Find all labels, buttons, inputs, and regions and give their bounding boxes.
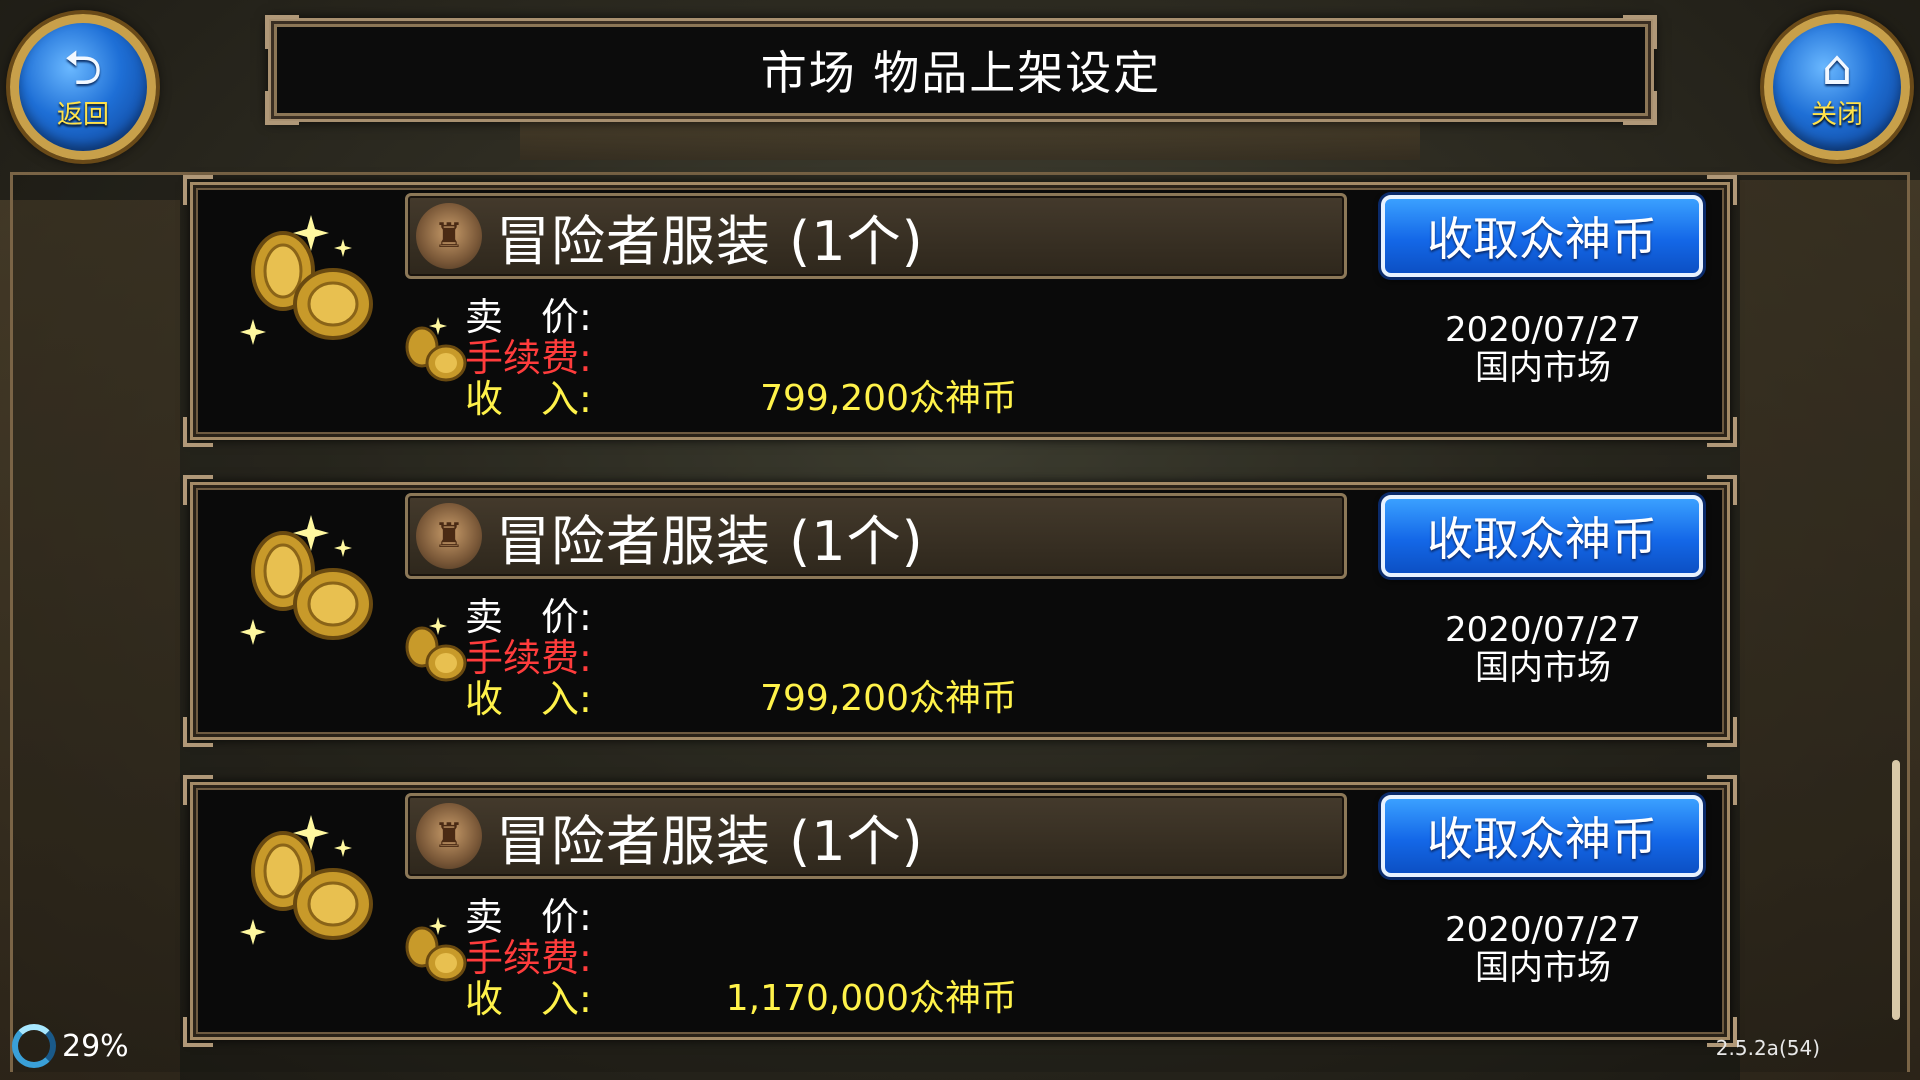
coin-stack-icon [240, 815, 373, 945]
back-arrow-icon: ⮌ [63, 39, 103, 96]
frame-corner [1623, 15, 1657, 49]
frame-corner [1707, 417, 1737, 447]
page-title: 市场 物品上架设定 [760, 46, 1162, 100]
armor-icon: ♜ [416, 203, 482, 269]
income-label: 收 入: [465, 377, 592, 421]
loading-percent: 29% [62, 1028, 129, 1064]
frame-corner [1707, 175, 1737, 205]
home-icon: ⌂ [1821, 39, 1853, 96]
title-bar: 市场 物品上架设定 [265, 15, 1657, 125]
frame-corner [183, 775, 213, 805]
frame-corner [1707, 775, 1737, 805]
listing-meta: 2020/07/27 国内市场 [1423, 311, 1663, 387]
coin-stack-icon [405, 317, 467, 382]
item-name: 冒险者服装 (1个) [496, 509, 924, 573]
coin-stack-icon [240, 515, 373, 645]
fee-label: 手续费: [465, 936, 592, 980]
listing-card: ♜ 冒险者服装 (1个) 收取众神币 卖 价: 手续费: 收 入: 1,170,… [183, 775, 1737, 1047]
armor-icon: ♜ [416, 503, 482, 569]
close-button[interactable]: ⌂ 关闭 [1764, 14, 1910, 160]
listing-date: 2020/07/27 [1445, 910, 1641, 950]
frame-corner [183, 417, 213, 447]
loading-indicator: 29% [12, 1024, 129, 1068]
close-button-label: 关闭 [1810, 99, 1863, 130]
item-name-box: ♜ 冒险者服装 (1个) [405, 793, 1347, 879]
frame-corner [265, 91, 299, 125]
claim-coins-button[interactable]: 收取众神币 [1381, 195, 1703, 277]
frame-corner [183, 717, 213, 747]
frame-corner [183, 475, 213, 505]
listing-meta: 2020/07/27 国内市场 [1423, 911, 1663, 987]
claim-coins-button[interactable]: 收取众神币 [1381, 795, 1703, 877]
income-value: 1,170,000众神币 [725, 978, 1017, 1019]
price-label: 卖 价: [465, 595, 592, 639]
spinner-icon [12, 1024, 56, 1068]
coin-stack-icon [405, 917, 467, 982]
fee-label: 手续费: [465, 636, 592, 680]
back-button-label: 返回 [56, 99, 109, 130]
listing-date: 2020/07/27 [1445, 610, 1641, 650]
item-name-box: ♜ 冒险者服装 (1个) [405, 193, 1347, 279]
price-label: 卖 价: [465, 295, 592, 339]
armor-icon: ♜ [416, 803, 482, 869]
income-value: 799,200众神币 [760, 378, 1017, 419]
listing-meta: 2020/07/27 国内市场 [1423, 611, 1663, 687]
item-name: 冒险者服装 (1个) [496, 809, 924, 873]
market-type: 国内市场 [1475, 648, 1611, 688]
listing-date: 2020/07/27 [1445, 310, 1641, 350]
market-type: 国内市场 [1475, 948, 1611, 988]
listing-card: ♜ 冒险者服装 (1个) 收取众神币 卖 价: 手续费: 收 入: 799,20… [183, 175, 1737, 447]
scrollbar[interactable] [1892, 760, 1900, 1020]
income-value: 799,200众神币 [760, 678, 1017, 719]
frame-corner [183, 1017, 213, 1047]
coin-stack-icon [405, 617, 467, 682]
back-button[interactable]: ⮌ 返回 [10, 14, 156, 160]
version-label: 2.5.2a(54) [1715, 1036, 1820, 1060]
frame-corner [1707, 475, 1737, 505]
frame-corner [1707, 717, 1737, 747]
frame-corner [183, 175, 213, 205]
price-label: 卖 价: [465, 895, 592, 939]
income-label: 收 入: [465, 977, 592, 1021]
listing-card: ♜ 冒险者服装 (1个) 收取众神币 卖 价: 手续费: 收 入: 799,20… [183, 475, 1737, 747]
claim-coins-button[interactable]: 收取众神币 [1381, 495, 1703, 577]
item-name-box: ♜ 冒险者服装 (1个) [405, 493, 1347, 579]
frame-corner [265, 15, 299, 49]
fee-label: 手续费: [465, 336, 592, 380]
income-label: 收 入: [465, 677, 592, 721]
market-type: 国内市场 [1475, 348, 1611, 388]
item-name: 冒险者服装 (1个) [496, 209, 924, 273]
frame-corner [1623, 91, 1657, 125]
coin-stack-icon [240, 215, 373, 345]
